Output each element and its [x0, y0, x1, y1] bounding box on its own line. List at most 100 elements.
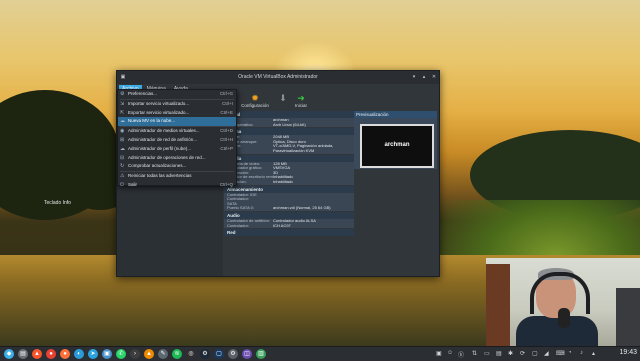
menu-item-shortcut: Ctrl+H — [220, 136, 233, 142]
menu-item-perfil[interactable]: ☁ Administrador de perfil (nube)... Ctrl+P — [118, 145, 236, 154]
preview-screen: archman — [360, 124, 434, 168]
exit-icon: ⏻ — [120, 181, 124, 188]
start-label: Iniciar — [294, 103, 307, 108]
preview-header[interactable]: Previsualización — [354, 111, 437, 118]
text-editor-icon[interactable]: ✎ — [158, 349, 168, 359]
chrome-icon[interactable]: ● — [46, 349, 56, 359]
tray-discord-icon[interactable]: ☺ — [447, 350, 453, 356]
detail-value: archman.vdi (Normal, 25 64 GB) — [273, 206, 331, 211]
menu-item-label: Salir — [128, 181, 138, 187]
detail-value: ICH AC97 — [273, 223, 291, 228]
tray-battery-icon[interactable]: ▭ — [484, 350, 490, 357]
section-general: eneral e:archman a de operativo:Arch Lin… — [224, 111, 354, 128]
maximize-icon[interactable]: ▴ — [421, 74, 427, 80]
menu-item-label: Administrador de red de anfitrión... — [128, 136, 198, 142]
detail-row: a de operativo: Arch Linux (64-bit) — [224, 123, 354, 128]
files-icon[interactable]: ▤ — [18, 349, 28, 359]
tray-network-icon[interactable]: ⇅ — [472, 350, 477, 357]
menu-item-actualizaciones[interactable]: ↻ Comprobar actualizaciones... — [118, 162, 236, 171]
tray-bluetooth-icon[interactable]: ✱ — [508, 350, 513, 357]
spotify-icon[interactable]: ≋ — [172, 349, 182, 359]
section-general-header[interactable]: eneral — [224, 111, 354, 118]
network-ops-icon: ⊟ — [120, 154, 125, 161]
update-icon: ↻ — [120, 163, 125, 170]
menu-item-label: Preferencias... — [128, 91, 158, 96]
virtualbox-taskbar-icon[interactable]: ▢ — [214, 349, 224, 359]
terminal-icon[interactable]: › — [130, 349, 140, 359]
menu-item-label: Comprobar actualizaciones... — [128, 163, 187, 169]
tray-display-icon[interactable]: ▢ — [532, 350, 538, 357]
menu-item-label: Administrador de medios virtuales... — [128, 128, 200, 134]
screenshot-icon[interactable]: ◫ — [242, 349, 252, 359]
tray-expand-icon[interactable]: ▴ — [592, 350, 595, 357]
section-audio-header[interactable]: Audio — [224, 211, 354, 219]
section-audio: Audio Controlador de anfitrión: Controlad… — [224, 211, 354, 229]
disk-icon: ◉ — [120, 128, 125, 135]
tray-hp-icon[interactable]: ⓗ — [458, 350, 464, 359]
steam-icon[interactable]: ⚙ — [200, 349, 210, 359]
menu-item-exportar[interactable]: ⇱ Exportar servicio virtualizado... Ctrl+E — [118, 109, 236, 118]
menu-item-label: Nueva MV en la nube... — [128, 118, 176, 124]
detail-row: Grabación:Inhabilitado — [224, 180, 354, 185]
menu-item-nube[interactable]: ☁ Nueva MV en la nube... — [118, 117, 236, 127]
obs-icon[interactable]: ◎ — [186, 349, 196, 359]
start-button[interactable]: ➜ Iniciar — [283, 93, 319, 108]
webcam-person-body — [516, 316, 598, 346]
tray-window-icon[interactable]: ▣ — [436, 350, 442, 357]
detail-value: Arch Linux (64-bit) — [273, 122, 306, 127]
network-icon: ⊞ — [120, 136, 125, 143]
menu-item-preferencias[interactable]: ⚙ Preferencias... Ctrl+G — [118, 90, 236, 99]
menu-item-importar[interactable]: ⇲ Importar servicio virtualizado... Ctrl+I — [118, 100, 236, 109]
taskbar-clock[interactable]: 19:43 — [619, 349, 637, 356]
menu-item-medios[interactable]: ◉ Administrador de medios virtuales... Ctr… — [118, 127, 236, 136]
menu-item-operaciones[interactable]: ⊟ Administrador de operaciones de red... — [118, 154, 236, 163]
settings-taskbar-icon[interactable]: ⚙ — [228, 349, 238, 359]
telegram-icon[interactable]: ➤ — [88, 349, 98, 359]
whatsapp-icon[interactable]: ✆ — [116, 349, 126, 359]
menu-item-shortcut: Ctrl+P — [220, 145, 233, 151]
edge-icon[interactable]: ◐ — [74, 349, 84, 359]
section-storage: Almacenamiento Controlador: IDE Controla… — [224, 185, 354, 211]
tray-volume-icon[interactable]: ◢ — [544, 350, 549, 357]
tray-speaker-icon[interactable]: ♪ — [580, 350, 583, 356]
menu-item-label: Administrador de operaciones de red... — [128, 154, 206, 160]
section-system-header[interactable]: istema — [224, 128, 354, 136]
menu-item-shortcut: Ctrl+D — [220, 128, 233, 134]
firefox-icon[interactable]: ● — [60, 349, 70, 359]
system-monitor-icon[interactable]: ▥ — [256, 349, 266, 359]
cloud-profile-icon: ☁ — [120, 145, 125, 152]
app-launcher-icon[interactable]: ◆ — [4, 349, 14, 359]
minimize-icon[interactable]: ▾ — [411, 74, 417, 80]
warning-icon: ⚠ — [120, 173, 125, 180]
menu-item-advertencias[interactable]: ⚠ Reiniciar todas las advertencias — [118, 172, 236, 181]
section-display-header[interactable]: antalla — [224, 154, 354, 162]
desktop-label[interactable]: Teclado Info — [44, 200, 71, 206]
close-icon[interactable]: ✕ — [431, 74, 437, 80]
brave-browser-icon[interactable]: ▲ — [32, 349, 42, 359]
detail-key: Puerto SATA 0: — [227, 206, 254, 211]
tray-wifi-icon[interactable]: ◔ — [568, 350, 572, 356]
settings-label: Configuración — [241, 103, 269, 108]
tray-update-icon[interactable]: ⟳ — [520, 350, 525, 357]
menu-item-shortcut: Ctrl+I — [222, 100, 233, 106]
menu-item-shortcut: Ctrl+G — [219, 91, 233, 96]
section-network-header[interactable]: Red — [224, 229, 354, 237]
tray-clipboard-icon[interactable]: ▤ — [496, 350, 502, 357]
menu-item-label: Exportar servicio virtualizado... — [128, 109, 190, 115]
export-icon: ⇱ — [120, 109, 125, 116]
tray-keyboard-icon[interactable]: ⌨ — [556, 350, 565, 357]
vlc-icon[interactable]: ▲ — [144, 349, 154, 359]
section-storage-header[interactable]: Almacenamiento — [224, 185, 354, 193]
detail-value: Inhabilitado — [273, 179, 294, 184]
menu-item-shortcut: Ctrl+Q — [219, 181, 233, 187]
import-icon: ⇲ — [120, 100, 125, 107]
image-viewer-icon[interactable]: ▣ — [102, 349, 112, 359]
wrench-icon: ⚙ — [120, 91, 125, 97]
window-titlebar[interactable]: ▣ Oracle VM VirtualBox Administrador ▾ ▴… — [117, 71, 439, 84]
taskbar: ◆ ▤ ▲ ● ● ◐ ➤ ▣ ✆ › ▲ ✎ ≋ ◎ ⚙ ▢ ⚙ ◫ ▥ ▣ … — [0, 346, 640, 361]
microphone-icon — [558, 308, 570, 328]
detail-row: Controlador: ICH AC97 — [224, 224, 354, 229]
menu-item-salir[interactable]: ⏻ Salir Ctrl+Q — [118, 181, 236, 190]
menu-item-red[interactable]: ⊞ Administrador de red de anfitrión... Ctr… — [118, 136, 236, 145]
window-title: Oracle VM VirtualBox Administrador — [238, 74, 318, 80]
